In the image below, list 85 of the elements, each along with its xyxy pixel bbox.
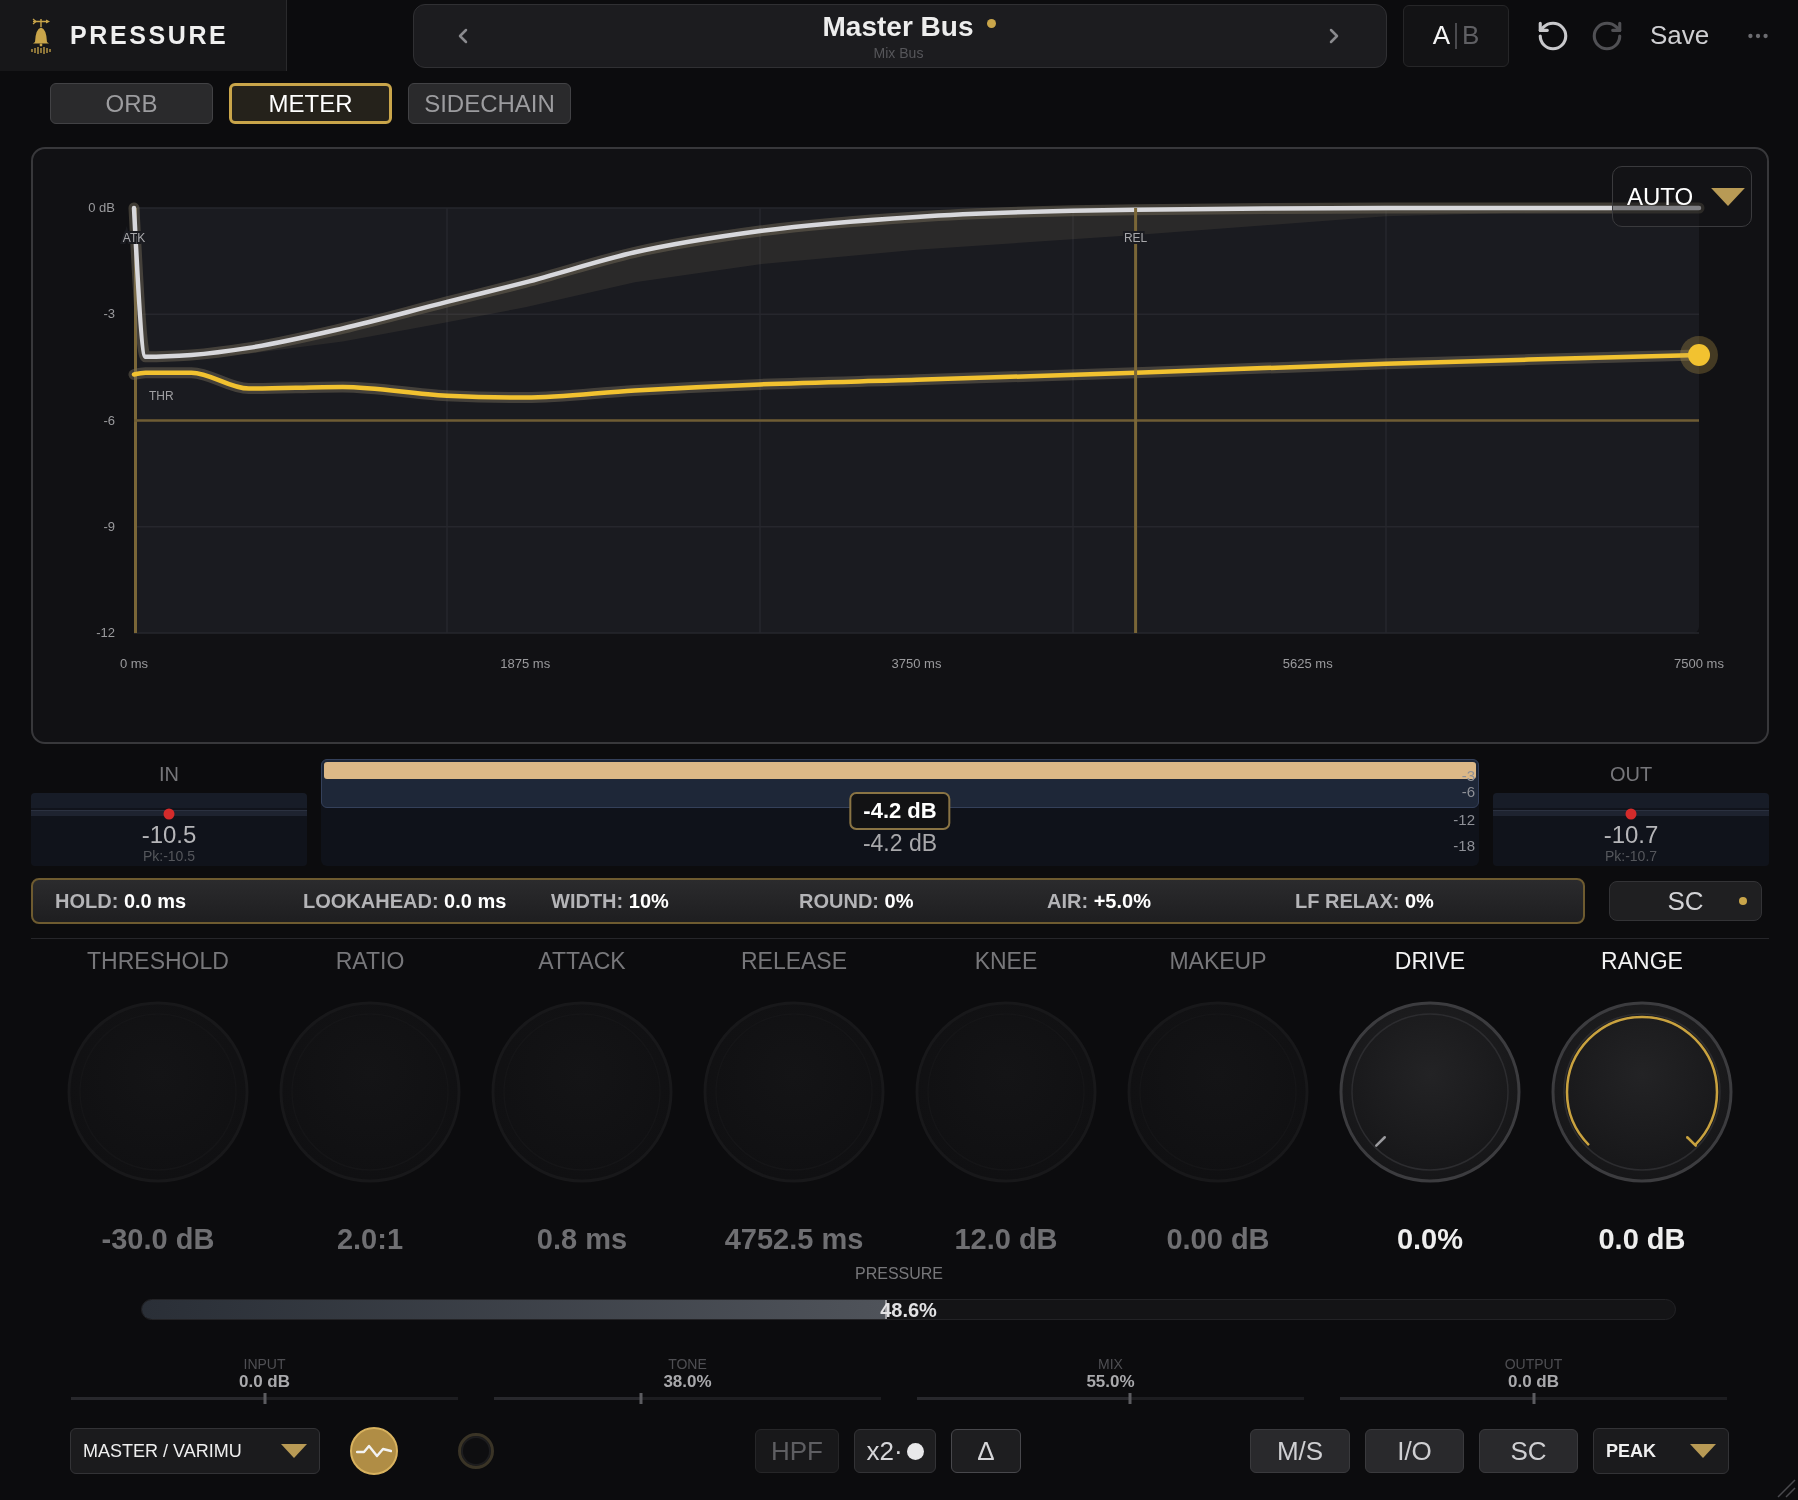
slider-value: 55.0% xyxy=(1086,1372,1135,1392)
ab-slot-button[interactable]: A xyxy=(1430,20,1452,51)
caret-icon xyxy=(1711,187,1745,206)
knob-label: KNEE xyxy=(974,948,1038,974)
preset-bar[interactable]: Master Bus Mix Bus xyxy=(413,3,1387,68)
sidechain-toggle[interactable]: SC xyxy=(1609,881,1762,921)
mode-dropdown[interactable]: AUTO xyxy=(1612,166,1752,227)
knob[interactable] xyxy=(1550,1000,1734,1184)
view-tab[interactable]: METER xyxy=(229,83,392,124)
toggle-button[interactable]: Δ xyxy=(951,1429,1021,1473)
x-tick-label: 3750 ms xyxy=(891,656,942,671)
y-tick-label: -12 xyxy=(96,625,115,640)
scale-label: -6 xyxy=(1461,784,1475,800)
end-dot-icon[interactable] xyxy=(1680,336,1718,374)
y-tick-label: -3 xyxy=(103,306,115,322)
knob-value: 2.0:1 xyxy=(336,1222,404,1256)
bell-icon xyxy=(30,17,52,54)
knob-value: 0.0 dB xyxy=(1598,1222,1686,1256)
view-tab[interactable]: ORB xyxy=(50,83,213,124)
peak-reading: Pk:-10.7 xyxy=(1604,848,1658,864)
marker-label: THR xyxy=(149,388,174,403)
knob-value: 0.8 ms xyxy=(536,1222,628,1256)
slider-label: OUTPUT xyxy=(1504,1356,1563,1372)
param-readout[interactable]: LOOKAHEAD: 0.0 ms xyxy=(303,889,551,913)
knob-label: THRESHOLD xyxy=(87,948,229,974)
knob-value: 4752.5 ms xyxy=(724,1222,864,1256)
knob-value: -30.0 dB xyxy=(101,1222,215,1256)
knob-label: MAKEUP xyxy=(1169,948,1267,974)
preset-name: Master Bus xyxy=(822,9,974,44)
knob-label: DRIVE xyxy=(1394,948,1466,974)
slider-thumb[interactable] xyxy=(639,1393,643,1404)
routing-button[interactable]: M/S xyxy=(1250,1429,1350,1473)
scale-label: -18 xyxy=(1453,838,1475,854)
caret-icon xyxy=(1690,1444,1716,1458)
y-tick-label: -6 xyxy=(103,412,115,428)
param-readout[interactable]: ROUND: 0% xyxy=(799,889,1047,913)
gain-reduction-reading: -4.2 dB xyxy=(862,831,938,855)
view-tab[interactable]: SIDECHAIN xyxy=(408,83,571,124)
x-tick-label: 0 ms xyxy=(119,656,149,671)
routing-button[interactable]: I/O xyxy=(1365,1429,1464,1473)
scale-label: -12 xyxy=(1453,812,1475,828)
knob-label: RANGE xyxy=(1601,948,1683,974)
slider-thumb[interactable] xyxy=(1532,1393,1535,1404)
knob-value: 12.0 dB xyxy=(954,1222,1058,1256)
caret-icon xyxy=(281,1444,307,1458)
app-title: PRESSURE xyxy=(70,21,229,50)
zigzag-icon xyxy=(356,1443,392,1459)
peak-reading: Pk:-10.5 xyxy=(142,848,196,864)
x-tick-label: 5625 ms xyxy=(1282,656,1333,671)
x-tick-label: 7500 ms xyxy=(1674,656,1724,671)
param-readout[interactable]: LF RELAX: 0% xyxy=(1295,889,1543,913)
slider-thumb[interactable] xyxy=(1128,1393,1132,1404)
param-readout[interactable]: AIR: +5.0% xyxy=(1047,889,1295,913)
meter-reading: -10.7 xyxy=(1603,822,1659,848)
routing-button[interactable]: SC xyxy=(1479,1429,1578,1473)
slider-label: TONE xyxy=(668,1356,707,1372)
save-button[interactable]: Save xyxy=(1650,20,1710,51)
preset-category: Mix Bus xyxy=(873,43,924,62)
wave-button[interactable] xyxy=(350,1427,398,1475)
slider-value: 0.0 dB xyxy=(239,1372,290,1392)
param-readout[interactable]: HOLD: 0.0 ms xyxy=(55,889,303,913)
knob-label: ATTACK xyxy=(538,948,626,974)
dot-icon xyxy=(906,1442,924,1460)
slider-label: MIX xyxy=(1098,1356,1123,1372)
slider-value: 0.0 dB xyxy=(1508,1372,1559,1392)
meter-label: IN xyxy=(159,762,179,787)
detector-select[interactable]: PEAK xyxy=(1593,1428,1729,1474)
knob-value: 0.0% xyxy=(1396,1222,1464,1256)
y-tick-label: -9 xyxy=(103,518,115,534)
knob-value: 0.00 dB xyxy=(1166,1222,1270,1256)
y-tick-label: 0 dB xyxy=(88,200,115,215)
slider-value: 38.0% xyxy=(663,1372,712,1392)
param-readout[interactable]: WIDTH: 10% xyxy=(551,889,799,913)
x-tick-label: 1875 ms xyxy=(500,656,551,671)
knob-label: RELEASE xyxy=(740,948,848,974)
mini-knob[interactable] xyxy=(458,1433,494,1469)
pressure-label: PRESSURE xyxy=(855,1265,943,1283)
meter-reading: -10.5 xyxy=(141,822,197,848)
value-tooltip: -4.2 dB xyxy=(849,792,951,830)
slider-thumb[interactable] xyxy=(263,1393,266,1404)
slider-label: INPUT xyxy=(243,1356,286,1372)
meter-label: OUT xyxy=(1609,762,1653,787)
knob-label: RATIO xyxy=(335,948,405,974)
mode-select[interactable]: MASTER / VARIMU xyxy=(70,1428,320,1474)
toggle-button[interactable]: x2· xyxy=(854,1429,936,1473)
